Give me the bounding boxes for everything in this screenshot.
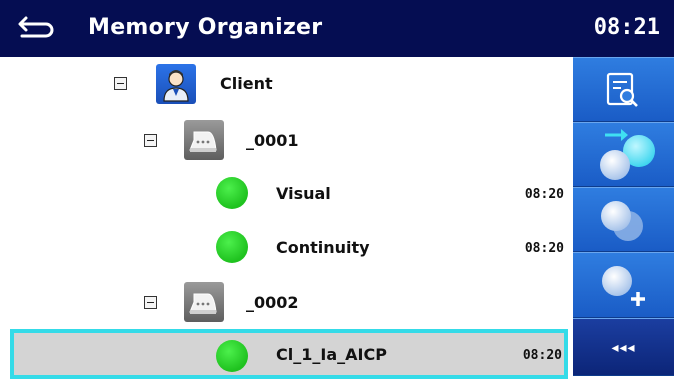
start-test-icon — [600, 129, 655, 180]
client-label: Client — [220, 74, 273, 93]
test-time: 08:20 — [524, 187, 564, 202]
device-label: _0002 — [246, 293, 299, 312]
pass-status-icon — [216, 231, 248, 263]
device-label: _0001 — [246, 131, 299, 150]
top-bar: Memory Organizer 08:21 — [0, 0, 674, 57]
add-node-button[interactable] — [573, 252, 674, 318]
collapse-icon[interactable] — [144, 296, 157, 309]
client-person-icon — [156, 64, 196, 104]
pass-status-icon — [216, 177, 248, 209]
action-sidebar: ◂◂◂ — [573, 57, 674, 376]
clock: 08:21 — [593, 15, 660, 40]
back-button[interactable] — [14, 10, 64, 46]
test-label: Continuity — [276, 238, 370, 257]
test-time: 08:20 — [522, 348, 562, 363]
tree-row-test-visual[interactable]: Visual 08:20 — [0, 167, 570, 221]
clone-icon — [601, 201, 643, 241]
tree-row-test-cl-selected[interactable]: Cl_1_Ia_AICP 08:20 — [10, 329, 568, 379]
view-details-icon — [606, 72, 638, 107]
tree-row-test-continuity[interactable]: Continuity 08:20 — [0, 221, 570, 275]
start-test-button[interactable] — [573, 122, 674, 187]
tree-row-client[interactable]: Client — [0, 57, 570, 111]
pass-status-icon — [216, 340, 248, 372]
test-label: Visual — [276, 184, 331, 203]
device-iron-icon — [184, 282, 224, 322]
collapse-icon[interactable] — [114, 77, 127, 90]
clone-button[interactable] — [573, 187, 674, 252]
tree-row-device-0001[interactable]: _0001 — [0, 113, 570, 167]
add-node-icon — [602, 266, 645, 306]
view-details-button[interactable] — [573, 57, 674, 122]
test-label: Cl_1_Ia_AICP — [276, 345, 387, 364]
memory-tree: Client _0001 Visual 08:20 Continuity 08:… — [0, 57, 570, 379]
tree-row-device-0002[interactable]: _0002 — [0, 275, 570, 329]
test-time: 08:20 — [524, 241, 564, 256]
more-options-button[interactable]: ◂◂◂ — [573, 318, 674, 376]
device-iron-icon — [184, 120, 224, 160]
page-title: Memory Organizer — [88, 15, 323, 40]
collapse-icon[interactable] — [144, 134, 157, 147]
back-arrow-icon — [18, 16, 54, 38]
